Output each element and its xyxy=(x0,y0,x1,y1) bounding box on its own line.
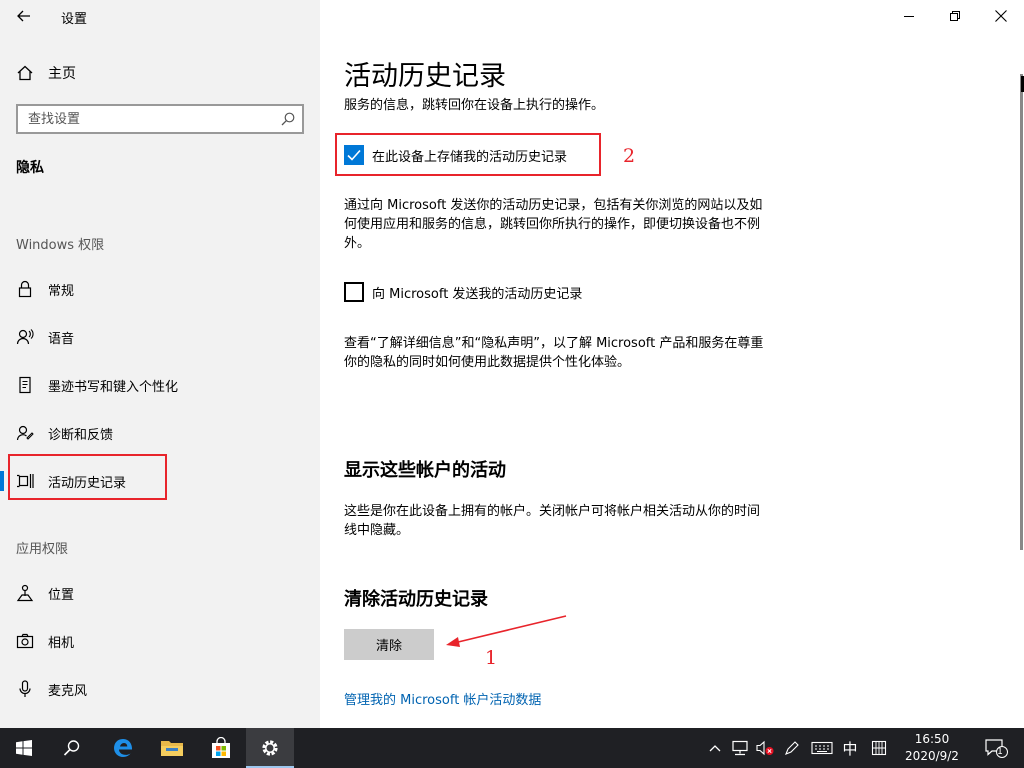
sidebar-item-home[interactable]: 主页 xyxy=(0,56,320,90)
location-icon xyxy=(16,584,34,602)
sidebar-item-diagnostics[interactable]: 诊断和反馈 xyxy=(0,415,320,451)
sidebar-item-camera[interactable]: 相机 xyxy=(0,623,320,659)
taskbar-edge-button[interactable] xyxy=(99,728,147,768)
sidebar-item-label: 主页 xyxy=(48,66,76,82)
folder-icon xyxy=(161,741,183,756)
privacy-description-line-2: 你的隐私的同时如何使用此数据提供个性化体验。 xyxy=(344,355,631,370)
close-icon xyxy=(995,10,1007,22)
page-title: 活动历史记录 xyxy=(344,61,506,92)
activity-history-icon xyxy=(16,472,34,490)
taskbar-file-explorer-button[interactable] xyxy=(148,728,196,768)
ime-fullwidth-icon[interactable] xyxy=(868,736,890,760)
sidebar-item-label: 活动历史记录 xyxy=(48,475,127,491)
annotation-number-2: 2 xyxy=(623,145,636,167)
search-icon[interactable] xyxy=(280,111,296,127)
clear-history-heading: 清除活动历史记录 xyxy=(344,589,488,610)
notification-count: 1 xyxy=(997,747,1003,757)
app-permissions-header: 应用权限 xyxy=(16,542,69,557)
sidebar-item-label: 常规 xyxy=(48,283,75,299)
minimize-button[interactable] xyxy=(886,0,932,32)
sidebar-item-ink-typing[interactable]: 墨迹书写和键入个性化 xyxy=(0,367,320,403)
lock-icon xyxy=(16,280,34,298)
current-section-title: 隐私 xyxy=(16,160,44,176)
sidebar-item-label: 位置 xyxy=(48,587,75,603)
tray-overflow-chevron-icon[interactable] xyxy=(704,736,726,760)
selection-indicator xyxy=(0,471,4,491)
taskbar: 中 16:50 2020/9/2 1 xyxy=(0,728,1024,768)
clock-time: 16:50 xyxy=(914,732,950,746)
send-history-label: 向 Microsoft 发送我的活动历史记录 xyxy=(372,286,583,302)
titlebar-left: 设置 xyxy=(0,0,320,32)
search-icon xyxy=(63,740,80,756)
taskbar-clock[interactable]: 16:50 2020/9/2 xyxy=(900,731,964,765)
restore-button[interactable] xyxy=(932,0,978,32)
windows-logo-icon xyxy=(16,740,32,756)
back-button[interactable] xyxy=(10,4,38,28)
sidebar-item-activity-history[interactable]: 活动历史记录 xyxy=(0,463,320,499)
start-button[interactable] xyxy=(0,728,48,768)
checkmark-icon xyxy=(347,149,361,161)
store-history-row[interactable]: 在此设备上存储我的活动历史记录 xyxy=(344,144,567,166)
sidebar-item-microphone[interactable]: 麦克风 xyxy=(0,671,320,707)
app-title: 设置 xyxy=(61,12,88,27)
sidebar-item-label: 语音 xyxy=(48,331,75,347)
send-history-description-line-1: 通过向 Microsoft 发送你的活动历史记录，包括有关你浏览的网站以及如 xyxy=(344,198,763,213)
manage-activity-link[interactable]: 管理我的 Microsoft 帐户活动数据 xyxy=(344,689,541,708)
network-icon[interactable] xyxy=(729,736,751,760)
send-history-description-line-2: 何使用应用和服务的信息，跳转回你所执行的操作，即便切换设备也不例 xyxy=(344,217,761,232)
intro-text: 服务的信息，跳转回你在设备上执行的操作。 xyxy=(344,98,605,113)
search-box xyxy=(16,104,304,134)
back-arrow-icon xyxy=(17,10,30,22)
clear-button[interactable]: 清除 xyxy=(344,629,434,660)
taskbar-settings-button[interactable] xyxy=(246,728,294,768)
main-content: 活动历史记录 服务的信息，跳转回你在设备上执行的操作。 在此设备上存储我的活动历… xyxy=(320,0,1024,728)
gear-icon xyxy=(262,740,278,756)
privacy-description-line-1: 查看“了解详细信息”和“隐私声明”，以了解 Microsoft 产品和服务在尊重 xyxy=(344,336,764,351)
camera-icon xyxy=(16,632,34,650)
annotation-arrow xyxy=(446,615,567,647)
taskbar-store-button[interactable] xyxy=(197,728,245,768)
sidebar-item-label: 麦克风 xyxy=(48,683,88,699)
edge-browser-icon xyxy=(114,739,133,757)
accounts-description-line-2: 线中隐藏。 xyxy=(344,523,410,538)
minimize-icon xyxy=(904,16,914,17)
pen-icon[interactable] xyxy=(781,736,803,760)
store-history-checkbox[interactable] xyxy=(344,145,364,165)
ink-typing-icon xyxy=(16,376,34,394)
restore-icon xyxy=(950,11,960,21)
sidebar-item-label: 墨迹书写和键入个性化 xyxy=(48,379,179,395)
sidebar-item-general[interactable]: 常规 xyxy=(0,271,320,307)
windows-permissions-header: Windows 权限 xyxy=(16,238,105,253)
scrollbar[interactable] xyxy=(1020,74,1023,550)
voice-icon xyxy=(16,328,34,346)
close-button[interactable] xyxy=(978,0,1024,32)
ime-mode-indicator[interactable]: 中 xyxy=(839,736,861,760)
accounts-heading: 显示这些帐户的活动 xyxy=(344,460,506,481)
feedback-icon xyxy=(16,424,34,442)
home-icon xyxy=(16,64,34,82)
sidebar-item-label: 相机 xyxy=(48,635,75,651)
annotation-number-1: 1 xyxy=(485,647,498,669)
microphone-icon xyxy=(16,680,34,698)
store-bag-icon xyxy=(212,737,230,758)
accounts-description-line-1: 这些是你在此设备上拥有的帐户。关闭帐户可将帐户相关活动从你的时间 xyxy=(344,504,761,519)
send-history-row[interactable]: 向 Microsoft 发送我的活动历史记录 xyxy=(344,281,582,303)
sidebar-item-label: 诊断和反馈 xyxy=(48,427,114,443)
search-input[interactable] xyxy=(18,106,274,132)
volume-muted-icon[interactable] xyxy=(754,736,776,760)
sidebar-item-voice[interactable]: 语音 xyxy=(0,319,320,355)
sidebar-item-location[interactable]: 位置 xyxy=(0,575,320,611)
notification-center-icon[interactable]: 1 xyxy=(982,736,1010,760)
sidebar: 设置 主页 隐私 Windows 权限 常规 语音 墨迹书写和键入个性化 xyxy=(0,0,320,728)
store-history-label: 在此设备上存储我的活动历史记录 xyxy=(372,149,568,165)
send-history-description-line-3: 外。 xyxy=(344,236,371,251)
send-history-checkbox[interactable] xyxy=(344,282,364,302)
touch-keyboard-icon[interactable] xyxy=(811,736,833,760)
clock-date: 2020/9/2 xyxy=(905,749,959,763)
taskbar-search-button[interactable] xyxy=(48,728,96,768)
